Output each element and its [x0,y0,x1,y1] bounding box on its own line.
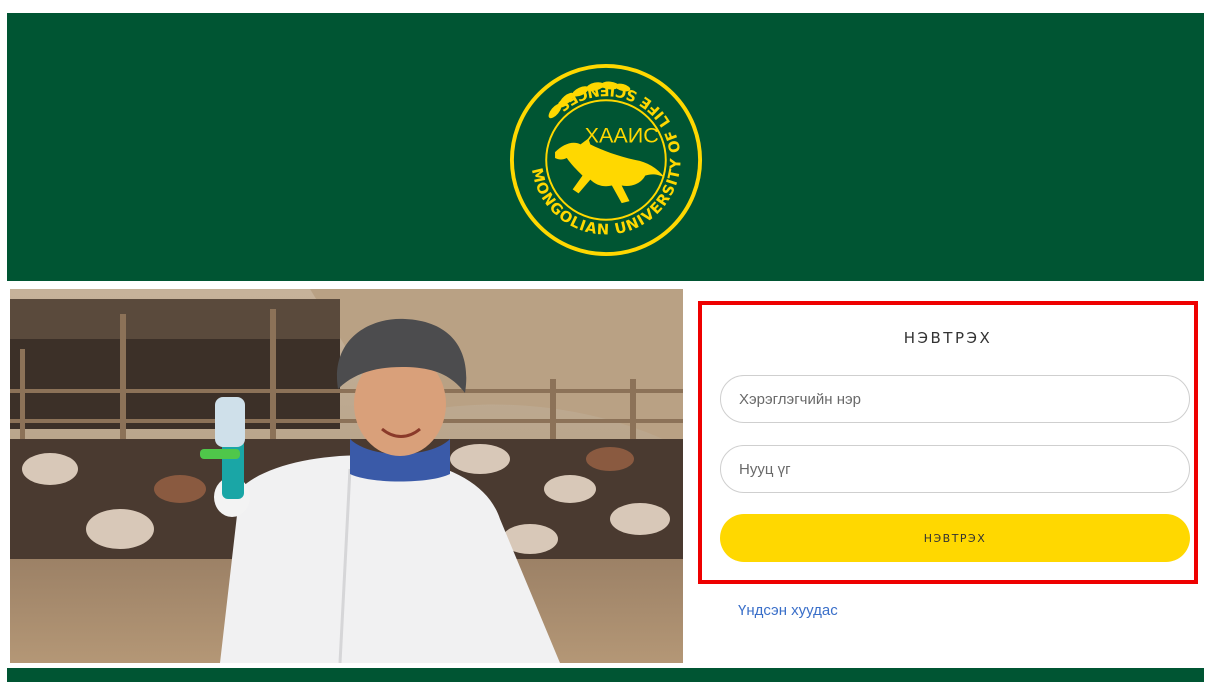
logo-abbrev: ХААИС [585,122,659,147]
university-logo: MONGOLIAN UNIVERSITY OF LIFE SCIENCES ХА… [508,62,704,258]
horse-icon [555,138,665,204]
hero-photo [10,289,683,663]
login-form: НЭВТРЭХ НЭВТРЭХ [698,301,1198,584]
username-input[interactable] [720,375,1190,423]
site-footer [7,668,1204,682]
site-header: MONGOLIAN UNIVERSITY OF LIFE SCIENCES ХА… [7,13,1204,281]
password-input[interactable] [720,445,1190,493]
hero-photo-illustration [10,289,683,663]
home-page-link[interactable]: Үндсэн хуудас [738,602,838,619]
login-title: НЭВТРЭХ [903,329,993,347]
login-button[interactable]: НЭВТРЭХ [720,514,1190,562]
logo-emblem: MONGOLIAN UNIVERSITY OF LIFE SCIENCES ХА… [509,63,703,257]
